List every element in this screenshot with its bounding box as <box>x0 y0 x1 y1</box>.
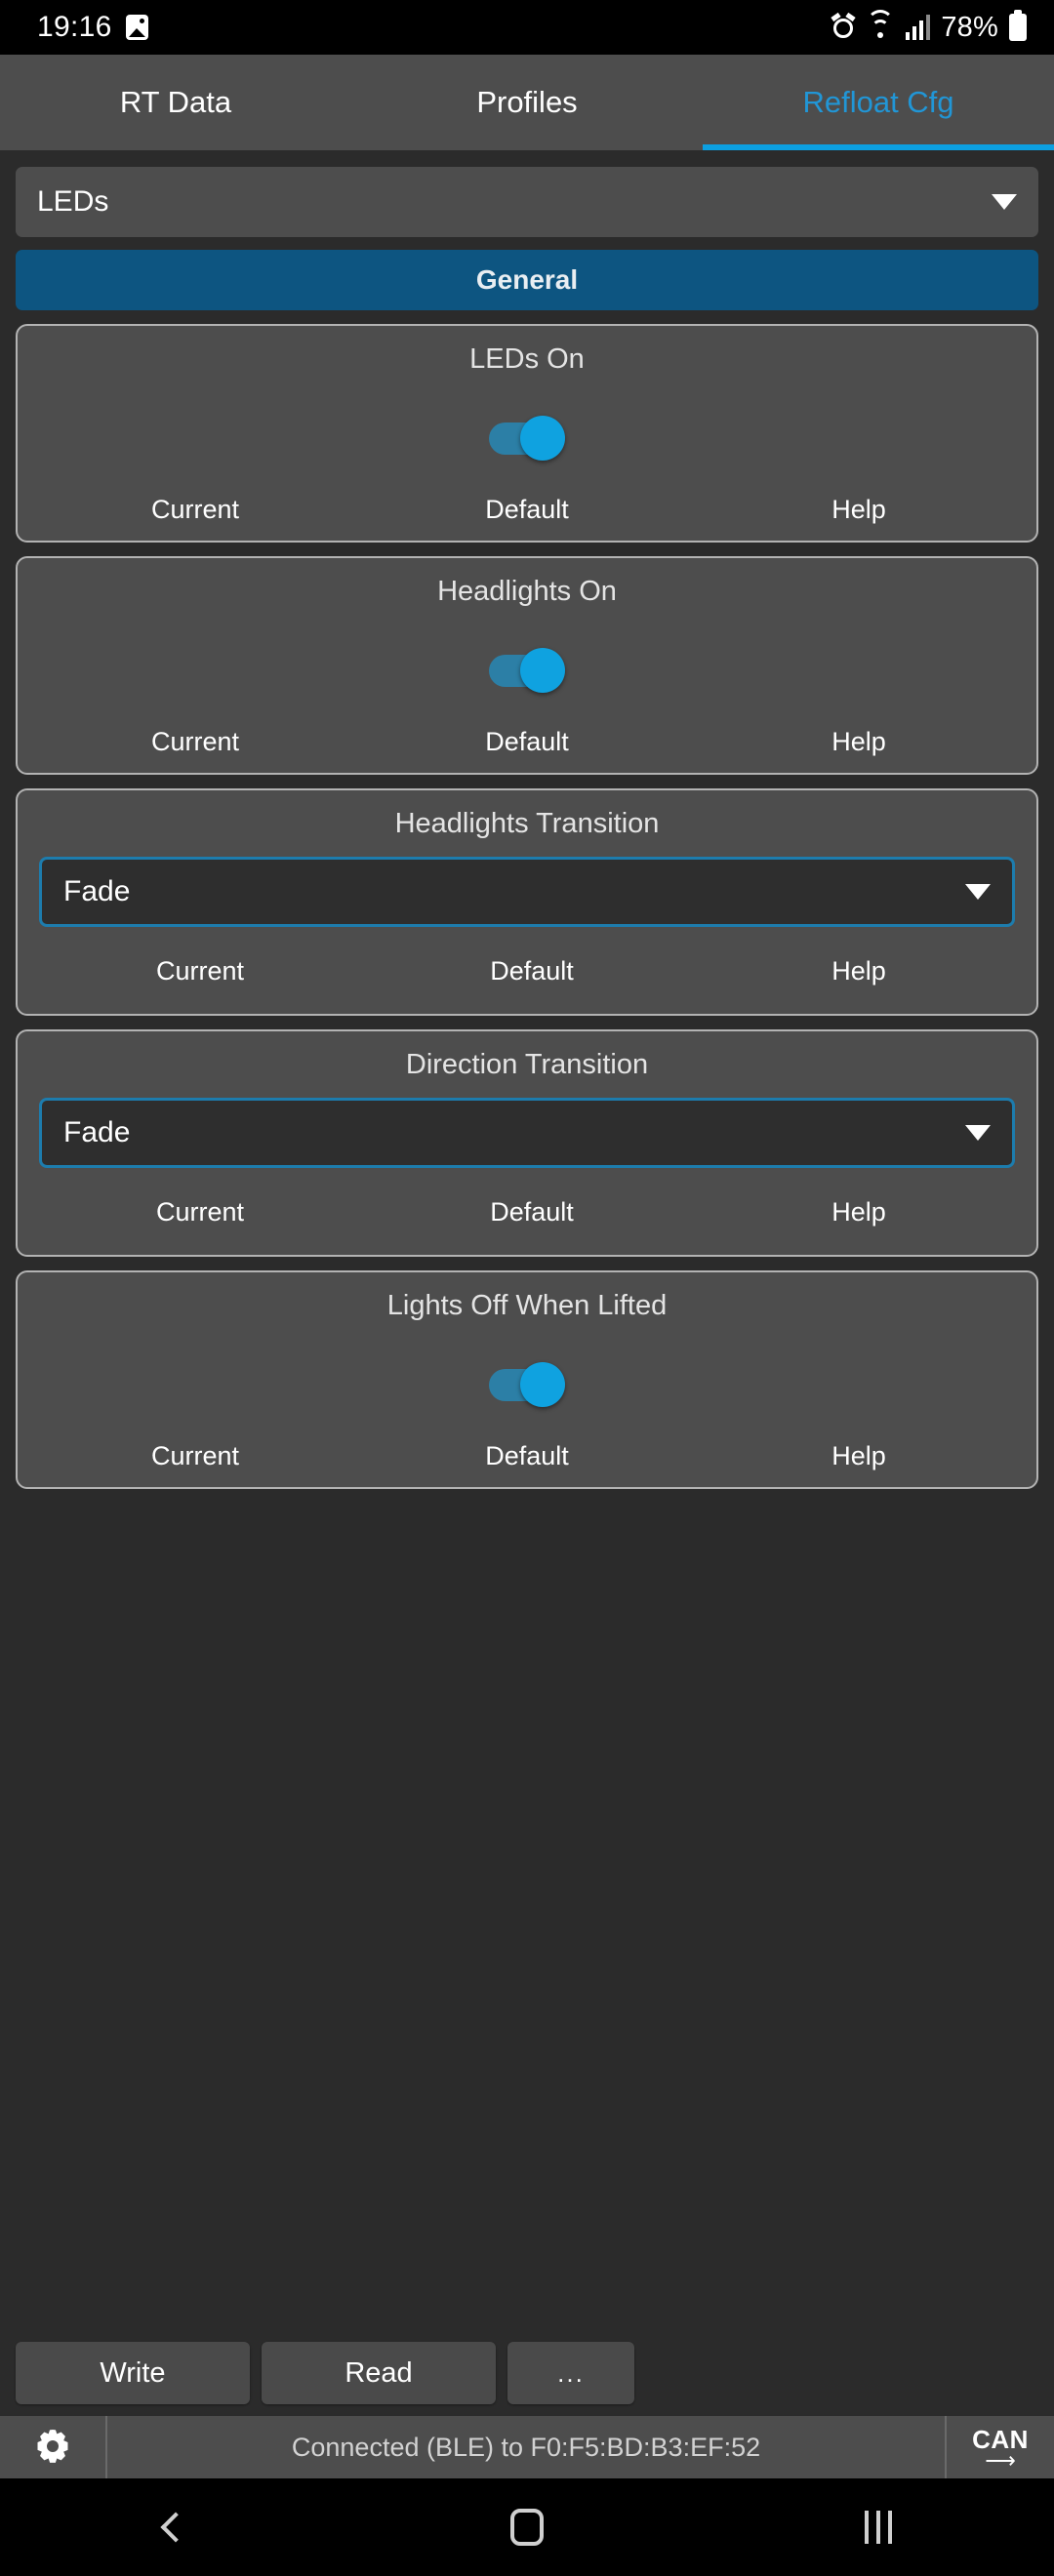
default-button[interactable]: Default <box>361 956 703 986</box>
setting-card-headlights-transition: Headlights Transition Fade Current Defau… <box>16 788 1038 1016</box>
setting-card-headlights-on: Headlights On Current Default Help <box>16 556 1038 775</box>
config-content: LEDs General LEDs On Current Default Hel… <box>0 150 1054 2336</box>
tab-profiles-label: Profiles <box>476 85 578 119</box>
read-button[interactable]: Read <box>262 2342 496 2404</box>
current-button[interactable]: Current <box>39 956 361 986</box>
setting-title: Direction Transition <box>405 1049 649 1080</box>
android-status-bar: 19:16 78% <box>0 0 1054 55</box>
write-button[interactable]: Write <box>16 2342 250 2404</box>
current-button[interactable]: Current <box>39 727 351 757</box>
status-bar-right: 78% <box>831 10 1027 44</box>
setting-title: Headlights On <box>437 576 617 607</box>
app-screen: 19:16 78% RT Data Profiles Refloat Cfg L… <box>0 0 1054 2576</box>
direction-transition-value: Fade <box>63 1116 131 1148</box>
setting-actions: Current Default Help <box>39 956 1015 986</box>
toggle-container <box>39 1326 1015 1441</box>
lights-off-when-lifted-toggle[interactable] <box>489 1361 565 1407</box>
nav-home-button[interactable] <box>468 2478 586 2576</box>
default-button[interactable]: Default <box>351 1441 703 1471</box>
chevron-left-icon <box>160 2512 191 2543</box>
toggle-container <box>39 612 1015 727</box>
signal-icon <box>906 15 931 40</box>
setting-title: Lights Off When Lifted <box>386 1290 668 1321</box>
toggle-thumb <box>520 648 565 693</box>
home-icon <box>510 2509 544 2546</box>
setting-title: Headlights Transition <box>394 808 660 839</box>
alarm-icon <box>831 12 856 40</box>
section-header-general[interactable]: General <box>16 250 1038 310</box>
setting-actions: Current Default Help <box>39 727 1015 757</box>
help-button[interactable]: Help <box>703 1197 1015 1228</box>
setting-card-leds-on: LEDs On Current Default Help <box>16 324 1038 543</box>
settings-button[interactable] <box>0 2416 107 2478</box>
arrow-right-icon: ⟶ <box>985 2447 1016 2473</box>
tab-refloat-cfg[interactable]: Refloat Cfg <box>703 55 1054 150</box>
gear-icon <box>35 2430 70 2465</box>
headlights-on-toggle[interactable] <box>489 647 565 693</box>
connection-status-text: Connected (BLE) to F0:F5:BD:B3:EF:52 <box>107 2416 947 2478</box>
can-button[interactable]: CAN ⟶ <box>947 2416 1054 2478</box>
chevron-down-icon <box>965 1125 991 1141</box>
tab-profiles[interactable]: Profiles <box>351 55 703 150</box>
android-nav-bar <box>0 2478 1054 2576</box>
setting-actions: Current Default Help <box>39 1441 1015 1471</box>
help-button[interactable]: Help <box>703 495 1015 525</box>
setting-card-direction-transition: Direction Transition Fade Current Defaul… <box>16 1029 1038 1257</box>
nav-back-button[interactable] <box>117 2478 234 2576</box>
current-button[interactable]: Current <box>39 1441 351 1471</box>
page-selector-value: LEDs <box>37 185 109 218</box>
recents-icon <box>865 2511 892 2544</box>
headlights-transition-dropdown[interactable]: Fade <box>39 857 1015 927</box>
help-button[interactable]: Help <box>703 727 1015 757</box>
help-button[interactable]: Help <box>703 956 1015 986</box>
toggle-thumb <box>520 1362 565 1407</box>
chevron-down-icon <box>992 194 1017 210</box>
default-button[interactable]: Default <box>351 495 703 525</box>
toggle-container <box>39 380 1015 495</box>
tab-bar: RT Data Profiles Refloat Cfg <box>0 55 1054 150</box>
headlights-transition-value: Fade <box>63 875 131 907</box>
default-button[interactable]: Default <box>361 1197 703 1228</box>
tab-refloat-cfg-label: Refloat Cfg <box>802 85 954 119</box>
chevron-down-icon <box>965 884 991 900</box>
default-button[interactable]: Default <box>351 727 703 757</box>
page-selector-dropdown[interactable]: LEDs <box>16 167 1038 237</box>
current-button[interactable]: Current <box>39 495 351 525</box>
battery-percent: 78% <box>941 11 998 43</box>
direction-transition-dropdown[interactable]: Fade <box>39 1098 1015 1168</box>
more-options-button[interactable]: ... <box>507 2342 634 2404</box>
nav-recents-button[interactable] <box>820 2478 937 2576</box>
connection-status-bar: Connected (BLE) to F0:F5:BD:B3:EF:52 CAN… <box>0 2416 1054 2478</box>
section-header-label: General <box>475 264 579 295</box>
leds-on-toggle[interactable] <box>489 415 565 461</box>
toggle-thumb <box>520 416 565 461</box>
current-button[interactable]: Current <box>39 1197 361 1228</box>
image-icon <box>125 15 148 40</box>
setting-title: LEDs On <box>469 343 585 375</box>
battery-icon <box>1009 10 1027 41</box>
status-bar-left: 19:16 <box>37 11 148 44</box>
help-button[interactable]: Help <box>703 1441 1015 1471</box>
setting-card-lights-off-when-lifted: Lights Off When Lifted Current Default H… <box>16 1270 1038 1489</box>
setting-actions: Current Default Help <box>39 1197 1015 1228</box>
setting-actions: Current Default Help <box>39 495 1015 525</box>
bottom-button-row: Write Read ... <box>0 2336 1054 2416</box>
clock-time: 19:16 <box>37 11 112 43</box>
tab-rt-data-label: RT Data <box>119 85 232 119</box>
wifi-icon <box>866 10 895 40</box>
tab-rt-data[interactable]: RT Data <box>0 55 351 150</box>
